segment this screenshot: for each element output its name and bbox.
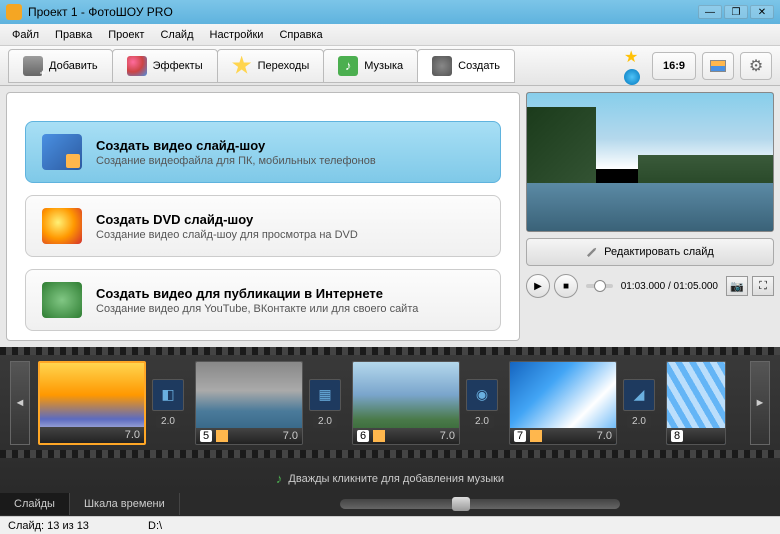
titlebar: Проект 1 - ФотоШОУ PRO — ❐ ✕	[0, 0, 780, 24]
play-button[interactable]: ▶	[526, 274, 550, 298]
tab-music[interactable]: Музыка	[323, 49, 418, 83]
zoom-slider[interactable]	[340, 499, 620, 509]
music-icon	[338, 56, 358, 76]
display-mode-button[interactable]	[702, 52, 734, 80]
tab-timescale-view[interactable]: Шкала времени	[70, 493, 180, 515]
edit-slide-button[interactable]: Редактировать слайд	[526, 238, 774, 266]
menu-file[interactable]: Файл	[4, 26, 47, 44]
transition-icon: ◉	[466, 379, 498, 411]
reel-icon	[432, 56, 452, 76]
pencil-icon	[530, 430, 542, 442]
pencil-icon	[373, 430, 385, 442]
aspect-ratio-button[interactable]: 16:9	[652, 52, 696, 80]
window-title: Проект 1 - ФотоШОУ PRO	[28, 5, 698, 19]
menu-edit[interactable]: Правка	[47, 26, 100, 44]
snapshot-button[interactable]: 📷	[726, 276, 748, 296]
pencil-icon	[216, 430, 228, 442]
tab-effects[interactable]: Эффекты	[112, 49, 218, 83]
transition-item[interactable]: ◉2.0	[463, 361, 501, 445]
star-icon	[232, 56, 252, 76]
slide-thumbnail[interactable]: 77.0	[509, 361, 617, 445]
palette-icon	[127, 56, 147, 76]
option-dvd-slideshow[interactable]: Создать DVD слайд-шоу Создание видео слай…	[25, 195, 501, 257]
transition-icon: ▦	[309, 379, 341, 411]
camera-icon	[23, 56, 43, 76]
tab-create[interactable]: Создать	[417, 49, 515, 83]
statusbar: Слайд: 13 из 13 D:\	[0, 516, 780, 534]
menu-project[interactable]: Проект	[100, 26, 152, 44]
minimize-button[interactable]: —	[698, 5, 722, 19]
tab-add[interactable]: Добавить	[8, 49, 113, 83]
timeline-next-button[interactable]: ►	[750, 361, 770, 445]
tab-slides-view[interactable]: Слайды	[0, 493, 70, 515]
transition-item[interactable]: ◢2.0	[620, 361, 658, 445]
time-display: 01:03.000 / 01:05.000	[621, 281, 718, 292]
transition-item[interactable]: ▦2.0	[306, 361, 344, 445]
slide-count: Слайд: 13 из 13	[8, 520, 148, 532]
option-title: Создать видео слайд-шоу	[96, 138, 376, 153]
option-desc: Создание видео слайд-шоу для просмотра н…	[96, 229, 358, 241]
menu-settings[interactable]: Настройки	[202, 26, 272, 44]
slide-thumbnail[interactable]: 57.0	[195, 361, 303, 445]
favorite-icon[interactable]: ★	[624, 47, 640, 67]
slide-thumbnail[interactable]: 7.0	[38, 361, 146, 445]
settings-button[interactable]: ⚙	[740, 52, 772, 80]
timeline-prev-button[interactable]: ◄	[10, 361, 30, 445]
globe-icon	[42, 282, 82, 318]
option-internet-video[interactable]: Создать видео для публикации в Интернете…	[25, 269, 501, 331]
timeline: ◄ 7.0 ◧2.0 57.0 ▦2.0 67.0 ◉2.0 77.0 ◢2.0…	[0, 347, 780, 492]
time-slider[interactable]	[586, 284, 613, 288]
dvd-icon	[42, 208, 82, 244]
option-desc: Создание видео для YouTube, ВКонтакте ил…	[96, 303, 418, 315]
project-path: D:\	[148, 520, 162, 532]
app-icon	[6, 4, 22, 20]
transition-icon: ◢	[623, 379, 655, 411]
display-icon	[710, 60, 726, 72]
option-title: Создать видео для публикации в Интернете	[96, 286, 418, 301]
toolbar: Добавить Эффекты Переходы Музыка Создать…	[0, 46, 780, 86]
close-button[interactable]: ✕	[750, 5, 774, 19]
maximize-button[interactable]: ❐	[724, 5, 748, 19]
note-icon: ♪	[276, 471, 283, 486]
create-panel: Создать видео слайд-шоу Создание видеофай…	[6, 92, 520, 341]
preview-viewport[interactable]	[526, 92, 774, 232]
video-icon	[42, 134, 82, 170]
preview-panel: Редактировать слайд ▶ ■ 01:03.000 / 01:0…	[526, 92, 774, 341]
transition-item[interactable]: ◧2.0	[149, 361, 187, 445]
menubar: Файл Правка Проект Слайд Настройки Справ…	[0, 24, 780, 46]
music-track-hint[interactable]: ♪Дважды кликните для добавления музыки	[0, 471, 780, 486]
menu-help[interactable]: Справка	[271, 26, 330, 44]
timeline-tabs: Слайды Шкала времени	[0, 492, 780, 516]
gear-icon: ⚙	[749, 56, 763, 76]
menu-slide[interactable]: Слайд	[152, 26, 201, 44]
option-title: Создать DVD слайд-шоу	[96, 212, 358, 227]
pencil-icon	[584, 244, 601, 261]
transition-icon: ◧	[152, 379, 184, 411]
tab-transitions[interactable]: Переходы	[217, 49, 325, 83]
option-desc: Создание видеофайла для ПК, мобильных те…	[96, 155, 376, 167]
slide-thumbnail[interactable]: 8	[666, 361, 726, 445]
globe-icon[interactable]	[624, 69, 640, 85]
stop-button[interactable]: ■	[554, 274, 578, 298]
option-video-slideshow[interactable]: Создать видео слайд-шоу Создание видеофай…	[25, 121, 501, 183]
slide-thumbnail[interactable]: 67.0	[352, 361, 460, 445]
fullscreen-button[interactable]: ⛶	[752, 276, 774, 296]
